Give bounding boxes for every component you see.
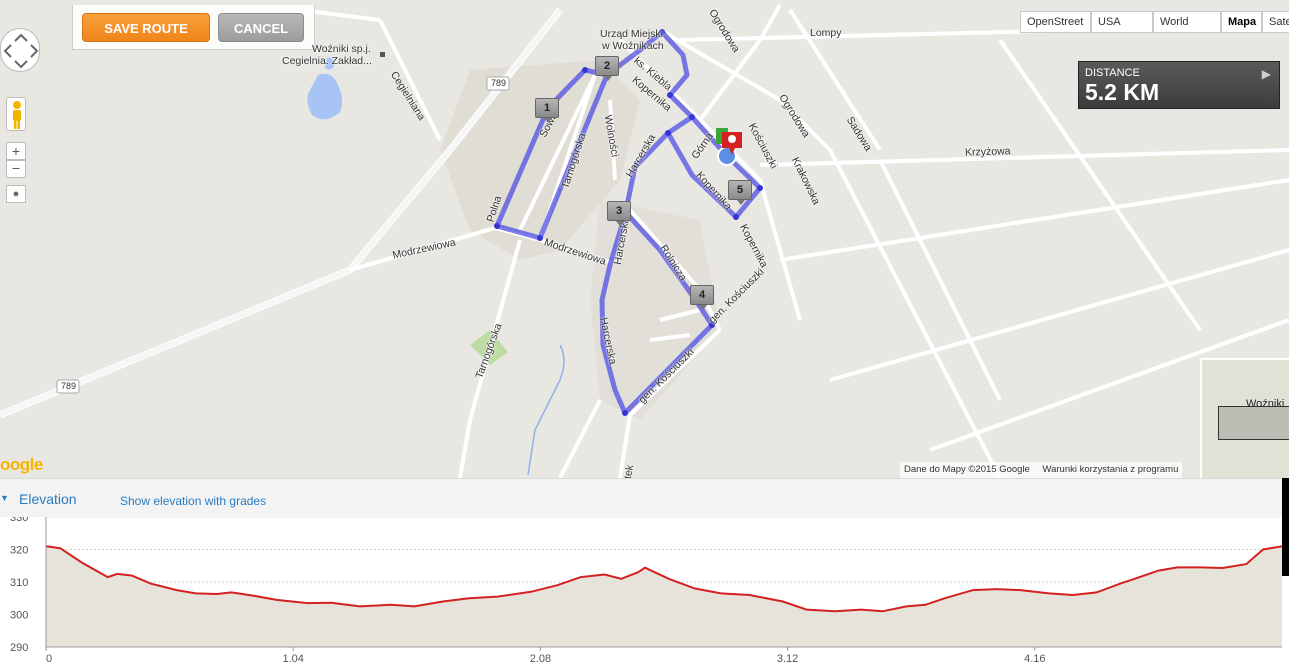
scrollbar-edge [1282, 478, 1289, 576]
minus-icon: − [11, 160, 21, 176]
zoom-slider-handle[interactable]: ● [6, 185, 26, 203]
slider-knob-icon: ● [12, 188, 20, 200]
save-route-button[interactable]: SAVE ROUTE [82, 13, 210, 42]
x-tick-label: 1.04 [282, 653, 303, 665]
distance-panel: DISTANCE 5.2 KM ▶ [1078, 61, 1280, 109]
distance-value: 5.2 KM [1085, 79, 1160, 105]
collapse-caret-icon[interactable]: ▼ [0, 493, 9, 503]
x-tick-label: 4.16 [1024, 653, 1045, 665]
map-type-openstreet[interactable]: OpenStreet [1020, 11, 1091, 33]
marker-pointer [604, 76, 612, 81]
distance-label: DISTANCE [1085, 67, 1140, 79]
y-tick-label: 330 [10, 517, 28, 524]
elevation-title[interactable]: Elevation [19, 491, 77, 507]
poi-label: Cegielnia. Zakład... [282, 55, 372, 67]
plus-icon: + [11, 143, 21, 159]
street-label: Lompy [810, 27, 842, 39]
map-type-mapa[interactable]: Mapa [1221, 11, 1262, 33]
y-tick-label: 300 [10, 610, 28, 622]
waypoint-marker[interactable]: 3 [607, 201, 631, 226]
waypoint-marker[interactable]: 1 [535, 98, 559, 123]
x-tick-label: 2.08 [530, 653, 551, 665]
attribution-text: Dane do Mapy ©2015 Google [904, 464, 1030, 475]
poi-label: Woźniki sp.j. [312, 43, 371, 55]
cancel-button[interactable]: CANCEL [218, 13, 304, 42]
poi-label: w Woźnikach [602, 40, 664, 52]
street-label: Krzyżowa [964, 145, 1011, 159]
waypoint-marker[interactable]: 5 [728, 180, 752, 205]
waypoint-marker[interactable]: 4 [690, 285, 714, 310]
elevation-chart[interactable]: 290 300 310 320 330 0 1.04 2.08 3.12 4.16 [0, 517, 1289, 668]
minimap-viewport[interactable] [1218, 406, 1289, 440]
expand-arrow-icon[interactable]: ▶ [1262, 67, 1271, 81]
road-number-label: 789 [491, 78, 507, 88]
y-tick-label: 290 [10, 642, 28, 654]
show-grades-link[interactable]: Show elevation with grades [120, 494, 266, 508]
marker-pointer [616, 221, 624, 226]
marker-pointer [699, 305, 707, 310]
street-label: tek [621, 464, 637, 478]
zoom-out-button[interactable]: − [6, 160, 26, 178]
y-tick-label: 320 [10, 545, 28, 557]
elevation-header: ▼ Elevation Show elevation with grades [0, 479, 1289, 517]
pegman-icon [13, 101, 21, 129]
x-tick-label: 3.12 [777, 653, 798, 665]
road-number-label: 789 [61, 381, 77, 391]
zoom-in-button[interactable]: + [6, 142, 26, 160]
map-view[interactable]: SAVE ROUTE CANCEL + − ● OpenStreetUSA To… [0, 0, 1289, 478]
marker-pointer [737, 200, 745, 205]
elevation-panel: ▼ Elevation Show elevation with grades 2… [0, 478, 1289, 668]
overview-minimap[interactable]: Woźniki [1200, 358, 1289, 478]
map-type-world-topo[interactable]: World Topo [1153, 11, 1221, 33]
terms-link[interactable]: Warunki korzystania z programu [1042, 464, 1178, 475]
pegman-button[interactable] [6, 97, 26, 131]
waypoint-marker[interactable]: 2 [595, 56, 619, 81]
poi-label: Urząd Miejski [600, 28, 664, 40]
pan-arrows-icon [3, 33, 39, 69]
map-type-sate[interactable]: Sate [1262, 11, 1289, 33]
google-logo: oogle [0, 455, 43, 475]
marker-pointer [544, 118, 552, 123]
map-attribution: Dane do Mapy ©2015 Google Warunki korzys… [900, 462, 1183, 478]
pan-control[interactable] [0, 28, 40, 72]
google-logo-text: oogle [0, 455, 43, 474]
map-type-usa-topo[interactable]: USA Topo [1091, 11, 1153, 33]
x-tick-label: 0 [46, 653, 52, 665]
y-tick-label: 310 [10, 577, 28, 589]
